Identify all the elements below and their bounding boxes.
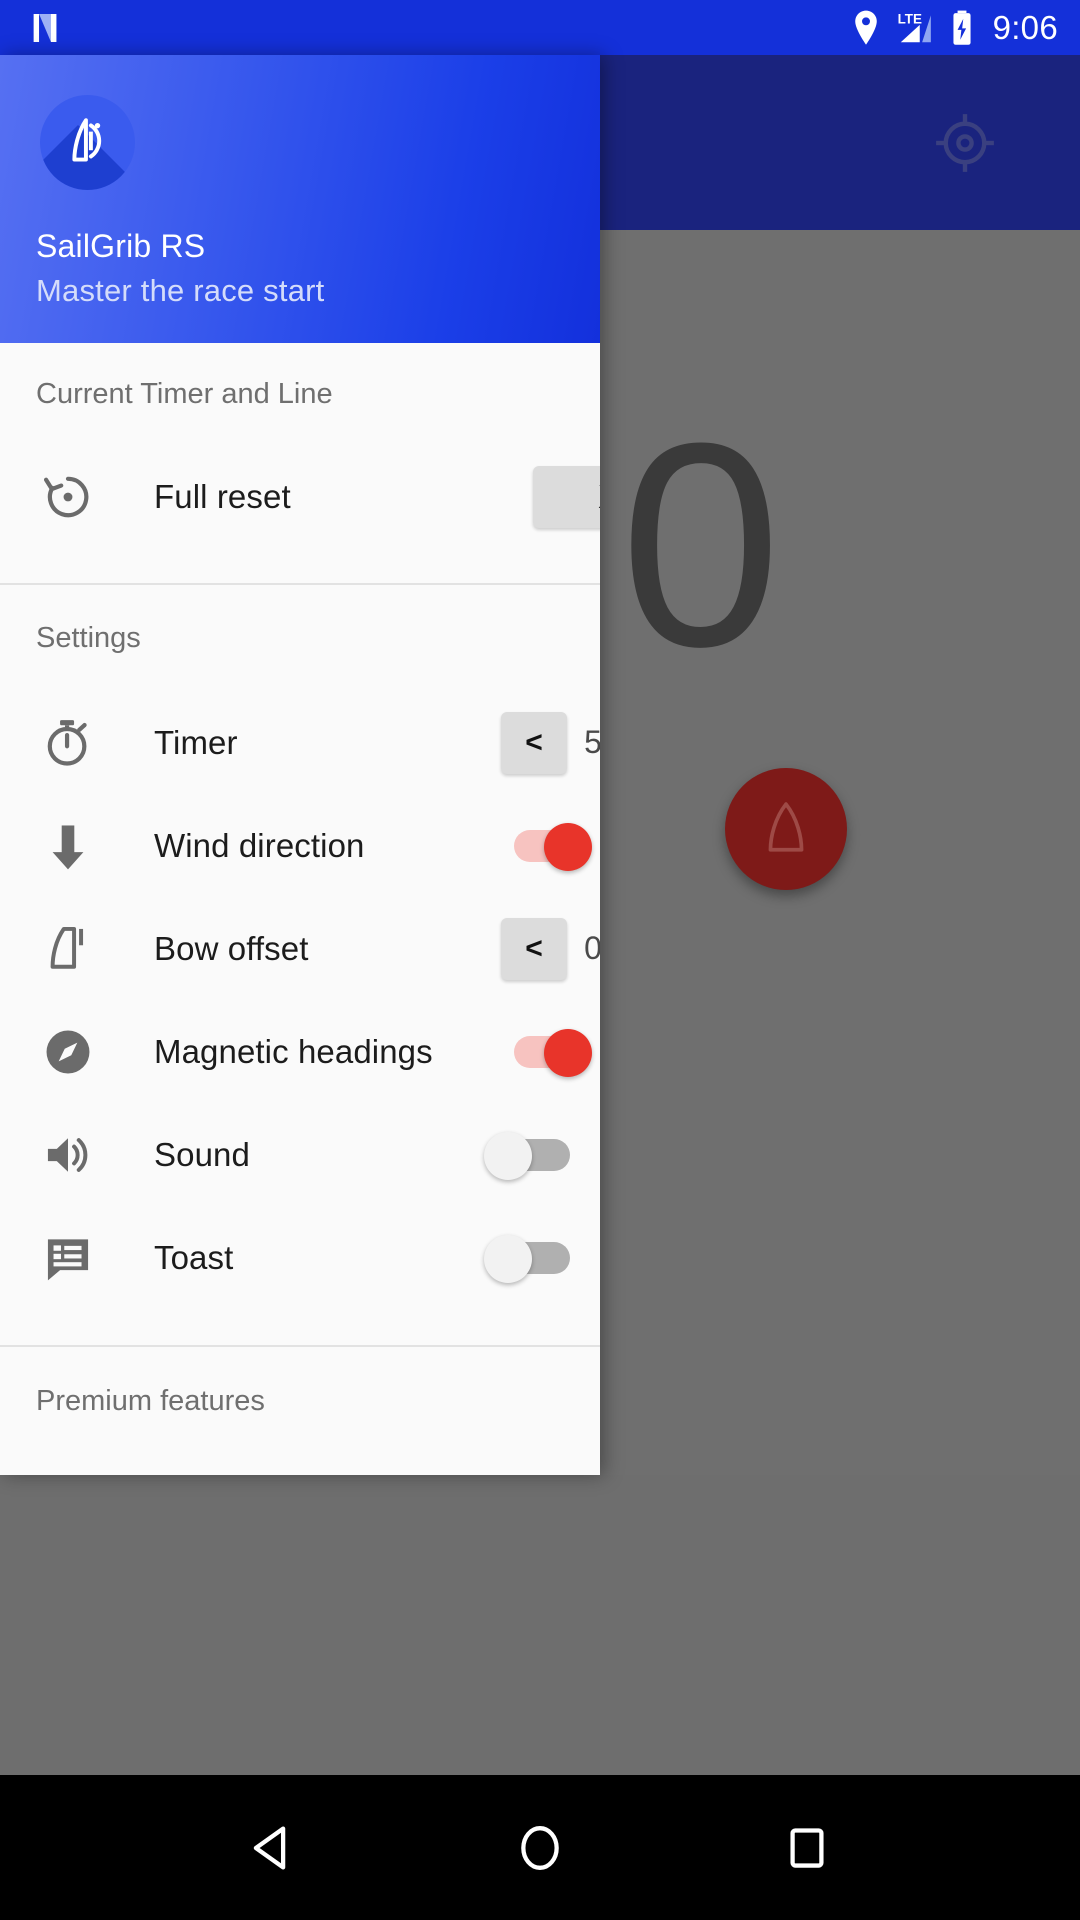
full-reset-x-button[interactable]: X — [533, 465, 600, 528]
drawer-row-full-reset[interactable]: Full reset X — [0, 445, 600, 548]
nav-back-button[interactable] — [228, 1803, 318, 1893]
magnetic-headings-toggle-wrap — [504, 1000, 592, 1103]
drawer-row-magnetic-headings[interactable]: Magnetic headings — [0, 1000, 600, 1103]
timer-value: 5 — [584, 724, 600, 760]
battery-charging-icon — [953, 10, 971, 45]
status-bar: LTE 9:06 — [0, 0, 1080, 55]
sound-toggle[interactable] — [484, 1130, 572, 1180]
compass-icon — [36, 1024, 100, 1080]
sail-stopwatch-glyph-icon — [71, 117, 101, 161]
system-navigation-bar — [0, 1775, 1080, 1920]
full-reset-control: X — [533, 445, 600, 548]
recents-square-icon — [790, 1827, 824, 1868]
drawer-row-sound[interactable]: Sound — [0, 1103, 600, 1206]
arrow-down-icon — [36, 818, 100, 874]
android-n-logo-icon — [33, 13, 57, 42]
gps-crosshair-icon — [936, 114, 994, 172]
toast-toggle[interactable] — [484, 1233, 572, 1283]
back-triangle-icon — [254, 1826, 286, 1869]
sailgrib-app-icon — [40, 95, 135, 190]
status-bar-clock: 9:06 — [992, 8, 1058, 46]
boat-bow-icon — [768, 802, 804, 852]
signal-bars-icon: LTE — [897, 11, 931, 42]
navigation-drawer: SailGrib RS Master the race start Curren… — [0, 55, 600, 1475]
section-header-settings: Settings — [36, 621, 141, 654]
bow-offset-value: 0 — [584, 930, 600, 966]
wind-direction-toggle-wrap — [504, 794, 592, 897]
drawer-row-label: Toast — [154, 1238, 234, 1276]
nav-home-button[interactable] — [495, 1803, 585, 1893]
drawer-row-timer[interactable]: Timer < 5 > — [0, 691, 600, 794]
restore-icon — [36, 469, 100, 525]
drawer-row-label: Magnetic headings — [154, 1032, 433, 1070]
home-circle-icon — [521, 1825, 559, 1870]
toggle-thumb — [484, 1131, 532, 1180]
section-header-premium-features: Premium features — [36, 1384, 265, 1417]
message-list-icon — [36, 1230, 100, 1286]
nav-recents-button[interactable] — [762, 1803, 852, 1893]
drawer-row-label: Wind direction — [154, 826, 365, 864]
toggle-thumb — [484, 1234, 532, 1283]
drawer-row-label: Sound — [154, 1135, 250, 1173]
gps-button[interactable] — [932, 110, 998, 176]
stopwatch-icon — [36, 715, 100, 771]
bow-offset-decrement-button[interactable]: < — [501, 917, 567, 980]
toast-toggle-wrap — [484, 1206, 572, 1309]
toggle-thumb — [544, 1028, 592, 1077]
location-pin-icon — [854, 10, 877, 45]
magnetic-headings-toggle[interactable] — [504, 1027, 592, 1077]
bow-offset-stepper: < 0 > — [501, 897, 600, 1000]
wind-direction-toggle[interactable] — [504, 821, 592, 871]
boat-fab-button[interactable] — [725, 768, 847, 890]
toggle-thumb — [544, 822, 592, 871]
boat-bow-icon — [36, 921, 100, 977]
status-bar-right: LTE 9:06 — [851, 9, 1058, 47]
sound-toggle-wrap — [484, 1103, 572, 1206]
volume-up-icon — [36, 1127, 100, 1183]
drawer-header: SailGrib RS Master the race start — [0, 55, 600, 343]
drawer-row-label: Bow offset — [154, 929, 309, 967]
drawer-row-bow-offset[interactable]: Bow offset < 0 > — [0, 897, 600, 1000]
section-header-current-timer-and-line: Current Timer and Line — [36, 377, 333, 410]
app-subtitle: Master the race start — [36, 273, 325, 308]
timer-decrement-button[interactable]: < — [501, 711, 567, 774]
drawer-row-wind-direction[interactable]: Wind direction — [0, 794, 600, 897]
status-bar-left — [24, 7, 66, 49]
drawer-row-toast[interactable]: Toast — [0, 1206, 600, 1309]
drawer-row-label: Full reset — [154, 477, 291, 515]
timer-stepper: < 5 > — [501, 691, 600, 794]
app-title: SailGrib RS — [36, 228, 206, 264]
countdown-display: 0 — [620, 383, 782, 707]
drawer-row-label: Timer — [154, 723, 238, 761]
svg-text:LTE: LTE — [897, 11, 921, 26]
